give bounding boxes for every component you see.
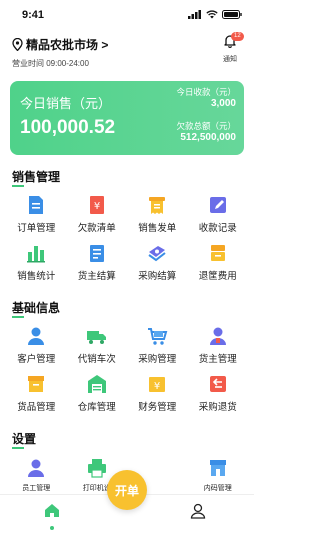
- return-icon: [209, 376, 226, 392]
- notification-badge: 12: [231, 32, 244, 41]
- tile-label: 退筐费用: [198, 271, 237, 282]
- tile-label: 内码管理: [203, 485, 232, 492]
- tile-purchase-settlement[interactable]: 采购结算: [127, 242, 188, 282]
- business-hours: 营业时间 09:00-24:00: [12, 59, 89, 68]
- active-indicator: [50, 526, 54, 530]
- bar-chart-icon: [27, 246, 46, 263]
- svg-text:¥: ¥: [154, 381, 160, 392]
- tile-label: 销售发单: [138, 223, 177, 234]
- tile-payment-records[interactable]: 收款记录: [188, 194, 249, 234]
- tile-owner-management[interactable]: 货主管理: [188, 325, 249, 365]
- tile-label: 财务管理: [138, 402, 177, 413]
- debt-total: 欠款总额（元） 512,500,000: [176, 121, 236, 143]
- home-icon: [45, 504, 59, 517]
- market-name: 精品农批市场 >: [26, 38, 109, 52]
- battery-icon: [222, 10, 242, 19]
- tile-finance-management[interactable]: ¥ 财务管理: [127, 373, 188, 413]
- location-pin-icon: [12, 38, 23, 51]
- finance-icon: ¥: [149, 377, 166, 392]
- yen-ledger-icon: ¥: [89, 196, 104, 214]
- basket-refund-icon: [210, 245, 225, 261]
- tile-debt-list[interactable]: ¥ 欠款清单: [67, 194, 128, 234]
- tile-consignment-trips[interactable]: 代销车次: [67, 325, 128, 365]
- tile-customer-management[interactable]: 客户管理: [6, 325, 67, 365]
- header: 精品农批市场 > 营业时间 09:00-24:00 12 通知: [12, 32, 244, 72]
- tile-label: 货主管理: [198, 354, 237, 365]
- status-icons: [188, 10, 242, 19]
- create-order-fab[interactable]: 开单: [107, 470, 147, 510]
- debt-total-label: 欠款总额（元）: [176, 121, 236, 131]
- tile-label: 收款记录: [198, 223, 237, 234]
- tile-purchase-return[interactable]: 采购退货: [188, 373, 249, 413]
- notification-button[interactable]: 12 通知: [218, 32, 244, 64]
- tile-label: 代销车次: [77, 354, 116, 365]
- tile-order-management[interactable]: 订单管理: [6, 194, 67, 234]
- status-bar: 9:41: [0, 0, 254, 30]
- tile-label: 货品管理: [17, 402, 56, 413]
- tile-purchase-management[interactable]: 采购管理: [127, 325, 188, 365]
- today-received-value: 3,000: [210, 98, 236, 109]
- store-icon: [209, 460, 226, 476]
- tile-label: 仓库管理: [77, 402, 116, 413]
- user-icon: [190, 503, 206, 519]
- today-received: 今日收款（元） 3,000: [176, 87, 236, 109]
- printer-icon: [87, 459, 106, 478]
- wifi-icon: [206, 10, 218, 19]
- cart-icon: [148, 328, 168, 345]
- truck-icon: [86, 331, 106, 344]
- purchase-settle-icon: [148, 246, 166, 262]
- tile-goods-management[interactable]: 货品管理: [6, 373, 67, 413]
- receipt-icon: [149, 197, 166, 214]
- document-icon: [29, 196, 44, 214]
- tile-staff-management[interactable]: 员工管理: [6, 457, 67, 493]
- today-received-label: 今日收款（元）: [176, 87, 236, 97]
- tile-label: 采购结算: [138, 271, 177, 282]
- tile-label: 货主结算: [77, 271, 116, 282]
- owner-settle-icon: [89, 245, 104, 262]
- notification-label: 通知: [223, 56, 237, 63]
- today-sales-card[interactable]: 今日销售（元） 100,000.52 今日收款（元） 3,000 欠款总额（元）…: [10, 81, 244, 155]
- tab-home[interactable]: [44, 503, 60, 530]
- section-title-basic-info: 基础信息: [12, 301, 61, 318]
- today-sales-title: 今日销售（元）: [20, 96, 112, 111]
- tile-owner-settlement[interactable]: 货主结算: [67, 242, 128, 282]
- tile-barcode-management[interactable]: 内码管理: [188, 457, 249, 493]
- owner-icon: [209, 327, 226, 345]
- tile-sales-invoice[interactable]: 销售发单: [127, 194, 188, 234]
- section-title-sales: 销售管理: [12, 170, 61, 187]
- market-selector[interactable]: 精品农批市场 >: [12, 36, 108, 53]
- tile-label: 订单管理: [17, 223, 56, 234]
- warehouse-icon: [87, 375, 106, 393]
- tile-label: 采购退货: [198, 402, 237, 413]
- sales-management-grid: 订单管理 ¥ 欠款清单 销售发单 收款记录 销售统计 货主结算 采购结算 退筐费…: [6, 194, 248, 282]
- tile-label: 欠款清单: [77, 223, 116, 234]
- debt-total-value: 512,500,000: [180, 132, 236, 143]
- tile-basket-return-fee[interactable]: 退筐费用: [188, 242, 249, 282]
- section-title-settings: 设置: [12, 432, 37, 449]
- customer-icon: [28, 327, 45, 345]
- tile-sales-statistics[interactable]: 销售统计: [6, 242, 67, 282]
- signal-icon: [188, 10, 201, 19]
- edit-record-icon: [209, 197, 226, 213]
- goods-icon: [28, 376, 45, 392]
- tab-profile[interactable]: [190, 503, 206, 524]
- tile-warehouse-management[interactable]: 仓库管理: [67, 373, 128, 413]
- tile-label: 客户管理: [17, 354, 56, 365]
- status-time: 9:41: [22, 9, 45, 21]
- basic-info-grid: 客户管理 代销车次 采购管理 货主管理 货品管理 仓库管理 ¥ 财务管理 采购退…: [6, 325, 248, 413]
- staff-icon: [28, 459, 45, 477]
- tile-label: 销售统计: [17, 271, 56, 282]
- today-sales-amount: 100,000.52: [20, 117, 116, 138]
- svg-text:¥: ¥: [94, 201, 100, 212]
- tile-label: 员工管理: [22, 485, 51, 492]
- tile-label: 采购管理: [138, 354, 177, 365]
